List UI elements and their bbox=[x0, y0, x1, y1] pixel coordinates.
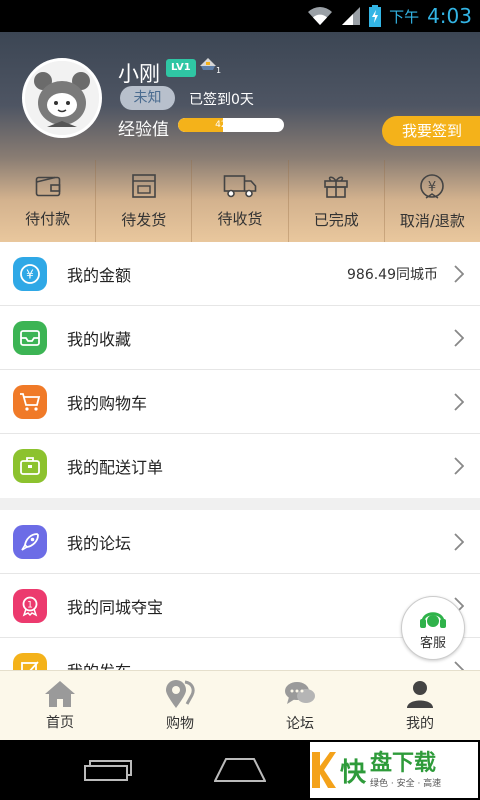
rocket-icon bbox=[13, 525, 47, 559]
list-item-delivery-orders[interactable]: 我的配送订单 bbox=[0, 434, 480, 498]
username: 小刚 bbox=[118, 62, 160, 86]
headset-icon bbox=[420, 611, 446, 628]
package-icon bbox=[131, 173, 156, 198]
truck-icon bbox=[223, 174, 257, 197]
watermark-logo: 快 盘下载 绿色 · 安全 · 高速 bbox=[310, 742, 478, 798]
wallet-icon bbox=[35, 176, 60, 196]
order-pending-payment[interactable]: 待付款 bbox=[0, 160, 97, 242]
inbox-icon bbox=[13, 321, 47, 355]
chevron-right-icon bbox=[454, 533, 464, 551]
list-item-label: 我的金额 bbox=[67, 266, 132, 285]
screen: 下午 4:03 小刚 LV1 1 未知 已签到0天 经验值 42/100 我要签… bbox=[0, 0, 480, 800]
order-label: 取消/退款 bbox=[399, 211, 465, 230]
tab-label: 首页 bbox=[46, 714, 74, 731]
checkin-button[interactable]: 我要签到 bbox=[382, 116, 480, 146]
svg-text:¥: ¥ bbox=[26, 268, 34, 282]
order-label: 待付款 bbox=[25, 209, 71, 228]
order-pending-shipment[interactable]: 待发货 bbox=[96, 160, 193, 242]
avatar[interactable] bbox=[22, 58, 102, 138]
chevron-right-icon bbox=[454, 329, 464, 347]
profile-header: 小刚 LV1 1 未知 已签到0天 经验值 42/100 我要签到 待付款 待发… bbox=[0, 32, 480, 242]
gift-icon bbox=[324, 176, 349, 198]
refund-icon: ¥ bbox=[420, 173, 445, 199]
watermark-text: 盘下载 绿色 · 安全 · 高速 bbox=[370, 750, 442, 789]
tab-mine[interactable]: 我的 bbox=[360, 671, 480, 740]
bottom-tab-bar: 首页 购物 论坛 我的 bbox=[0, 670, 480, 740]
exp-label: 经验值 bbox=[118, 120, 169, 140]
tab-home[interactable]: 首页 bbox=[0, 671, 120, 740]
battery-charging-icon bbox=[369, 5, 382, 27]
tab-label: 我的 bbox=[406, 715, 434, 732]
chevron-right-icon bbox=[454, 393, 464, 411]
order-label: 待收货 bbox=[217, 209, 263, 228]
briefcase-icon bbox=[13, 449, 47, 483]
account-list: ¥ 我的金额 986.49同城币 我的收藏 我的购物车 我的配送订单 bbox=[0, 242, 480, 498]
list-item-my-amount[interactable]: ¥ 我的金额 986.49同城币 bbox=[0, 242, 480, 306]
home-icon bbox=[45, 680, 75, 707]
wifi-icon bbox=[308, 7, 333, 25]
order-label: 已完成 bbox=[313, 210, 359, 229]
recent-apps-icon[interactable] bbox=[84, 760, 132, 782]
list-item-label: 我的论坛 bbox=[67, 534, 132, 553]
order-cancel-refund[interactable]: ¥ 取消/退款 bbox=[385, 160, 480, 242]
tab-forum[interactable]: 论坛 bbox=[240, 671, 360, 740]
exp-progress-bar: 42/100 bbox=[178, 118, 284, 132]
svg-text:¥: ¥ bbox=[428, 180, 436, 195]
svg-text:1: 1 bbox=[27, 601, 33, 611]
chat-icon bbox=[285, 681, 315, 704]
chevron-right-icon bbox=[454, 661, 464, 670]
balance-value: 986.49同城币 bbox=[347, 267, 438, 283]
tab-label: 论坛 bbox=[286, 715, 314, 732]
watermark-tagline: 绿色 · 安全 · 高速 bbox=[370, 778, 442, 789]
list-item-label: 我的购物车 bbox=[67, 394, 148, 413]
watermark-k-icon bbox=[312, 752, 336, 788]
status-bar: 下午 4:03 bbox=[0, 0, 480, 32]
signal-icon bbox=[342, 7, 361, 25]
order-status-row: 待付款 待发货 待收货 已完成 ¥ 取消/退款 bbox=[0, 160, 480, 242]
list-item-my-favorites[interactable]: 我的收藏 bbox=[0, 306, 480, 370]
list-item-label: 我的同城夺宝 bbox=[67, 598, 164, 617]
exp-progress-text: 42/100 bbox=[215, 120, 247, 130]
cart-icon bbox=[13, 385, 47, 419]
tab-label: 购物 bbox=[166, 715, 194, 732]
clock-ampm: 下午 bbox=[389, 7, 420, 26]
list-item-label: 我的收藏 bbox=[67, 330, 132, 349]
watermark-big-char: 快 bbox=[340, 757, 367, 788]
chevron-right-icon bbox=[454, 265, 464, 283]
tab-shopping[interactable]: 购物 bbox=[120, 671, 240, 740]
money-icon: ¥ bbox=[13, 257, 47, 291]
customer-service-button[interactable]: 客服 bbox=[401, 596, 465, 660]
hat-count: 1 bbox=[216, 66, 222, 75]
level-badge: LV1 bbox=[166, 59, 196, 77]
order-label: 待发货 bbox=[121, 210, 167, 229]
medal-icon: 1 bbox=[13, 589, 47, 623]
watermark-name: 盘下载 bbox=[370, 750, 437, 776]
edit-icon bbox=[13, 653, 47, 670]
home-nav-icon[interactable] bbox=[214, 758, 266, 782]
order-pending-receipt[interactable]: 待收货 bbox=[192, 160, 289, 242]
clock-time: 4:03 bbox=[427, 4, 472, 28]
status-pill: 未知 bbox=[120, 86, 175, 110]
list-item-my-cart[interactable]: 我的购物车 bbox=[0, 370, 480, 434]
list-item-label: 我的配送订单 bbox=[67, 458, 164, 477]
customer-service-label: 客服 bbox=[419, 635, 446, 651]
hat-icon: 1 bbox=[198, 56, 222, 80]
list-item-label: 我的发布 bbox=[67, 658, 454, 670]
bear-avatar-icon bbox=[25, 61, 99, 135]
location-icon bbox=[166, 679, 195, 708]
order-completed[interactable]: 已完成 bbox=[289, 160, 385, 242]
signed-days-text: 已签到0天 bbox=[189, 92, 254, 108]
list-item-my-forum[interactable]: 我的论坛 bbox=[0, 510, 480, 574]
chevron-right-icon bbox=[454, 457, 464, 475]
person-icon bbox=[407, 680, 433, 708]
